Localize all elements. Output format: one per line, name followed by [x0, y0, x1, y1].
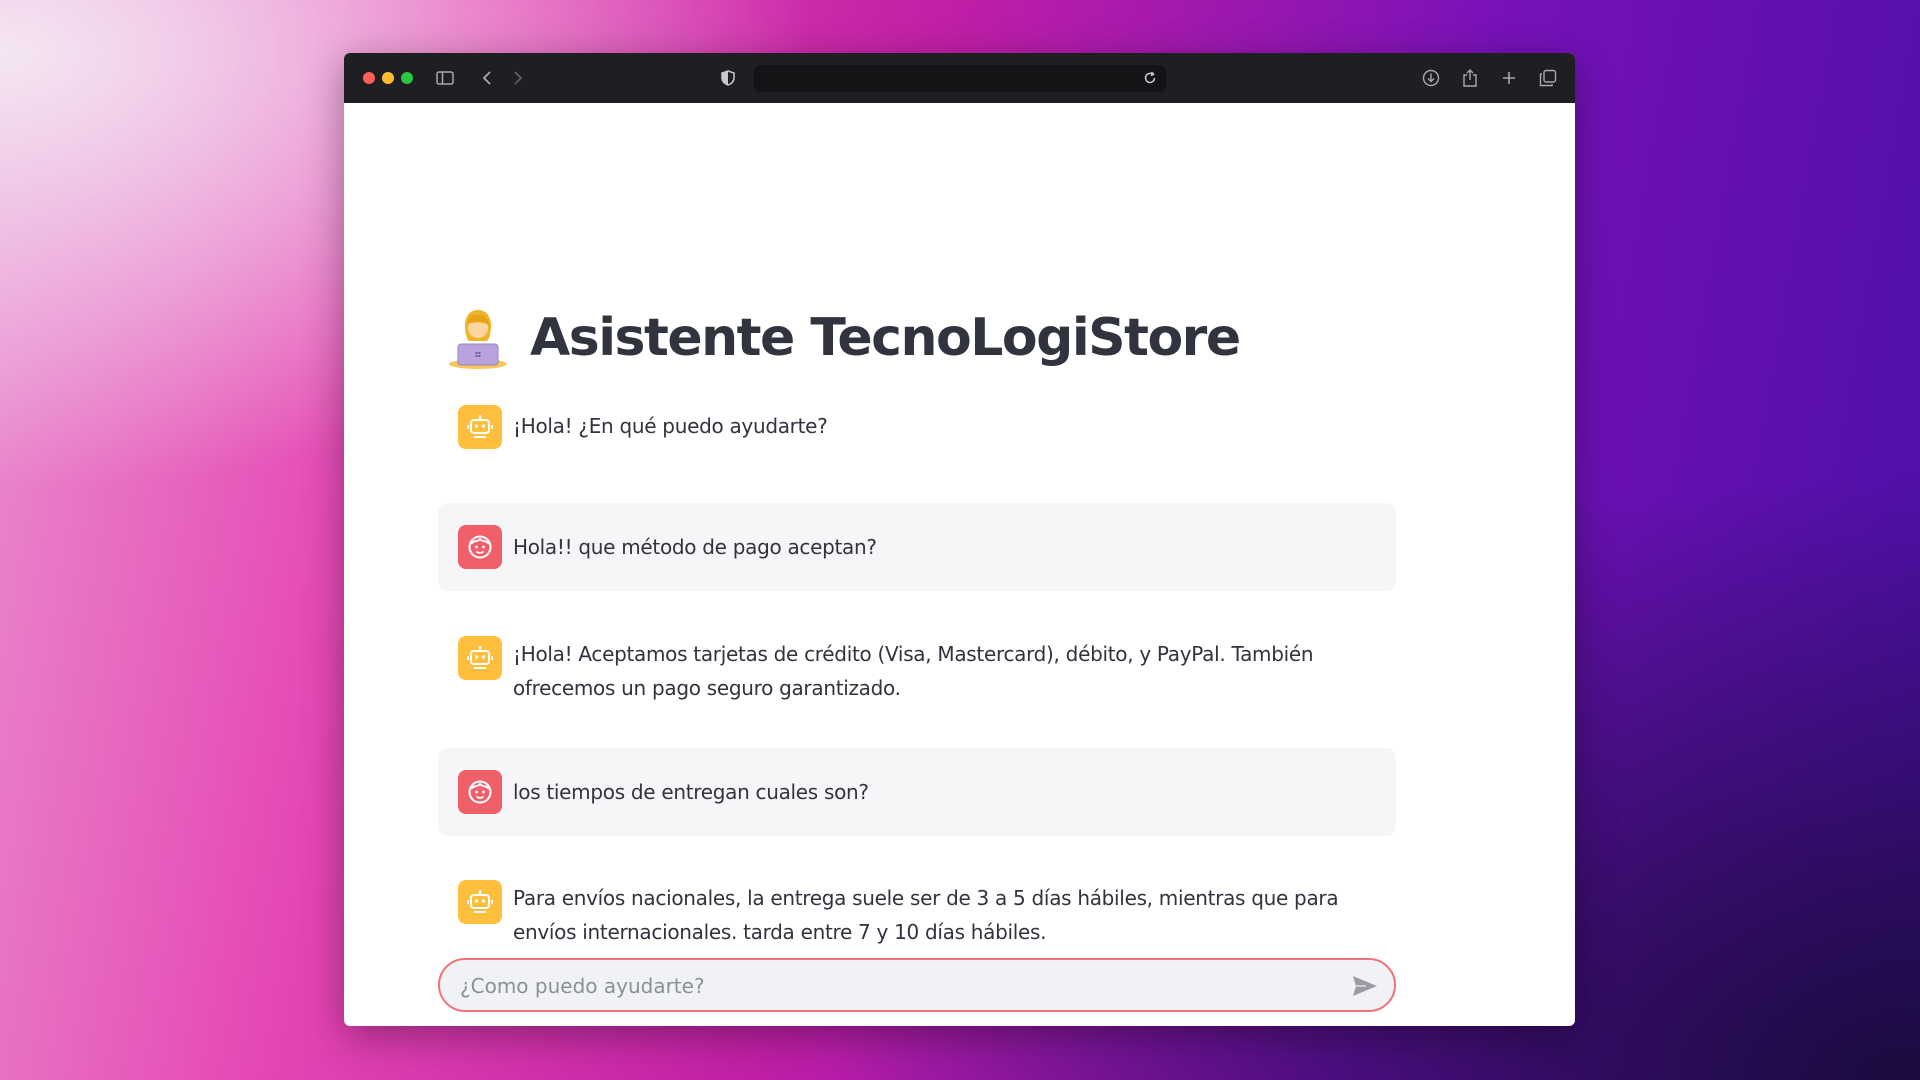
- reload-icon[interactable]: [1140, 68, 1160, 88]
- chat-input[interactable]: [458, 960, 1322, 1012]
- send-button[interactable]: [1350, 971, 1380, 1001]
- address-bar[interactable]: [754, 65, 1166, 92]
- chat-message-assistant: ¡Hola! ¿En qué puedo ayudarte?: [438, 399, 1396, 453]
- chat-input-container: [438, 958, 1396, 1012]
- robot-icon: [467, 415, 493, 438]
- page-header: Asistente TecnoLogiStore: [446, 301, 1241, 375]
- message-text: los tiempos de entregan cuales son?: [513, 780, 869, 804]
- tab-overview-icon[interactable]: [1537, 67, 1559, 89]
- chat-message-user: los tiempos de entregan cuales son?: [438, 748, 1396, 836]
- zoom-window-button[interactable]: [401, 72, 413, 84]
- forward-icon[interactable]: [507, 67, 529, 89]
- new-tab-icon[interactable]: [1498, 67, 1520, 89]
- browser-window: Asistente TecnoLogiStore ¡Hola! ¿En qué …: [344, 53, 1575, 1026]
- browser-toolbar: [344, 53, 1575, 103]
- user-face-icon: [468, 780, 492, 804]
- message-text: ¡Hola! Aceptamos tarjetas de crédito (Vi…: [513, 642, 1314, 700]
- chat-message-assistant: ¡Hola! Aceptamos tarjetas de crédito (Vi…: [438, 633, 1396, 707]
- privacy-shield-icon[interactable]: [717, 67, 739, 89]
- share-icon[interactable]: [1459, 67, 1481, 89]
- robot-icon: [467, 646, 493, 669]
- send-icon: [1353, 976, 1377, 996]
- page-title: Asistente TecnoLogiStore: [530, 308, 1241, 368]
- download-icon[interactable]: [1420, 67, 1442, 89]
- sidebar-icon[interactable]: [434, 67, 456, 89]
- user-face-icon: [468, 535, 492, 559]
- technologist-emoji-icon: [446, 306, 510, 370]
- user-avatar: [458, 770, 502, 814]
- chat-message-assistant: Para envíos nacionales, la entrega suele…: [438, 877, 1396, 951]
- minimize-window-button[interactable]: [382, 72, 394, 84]
- message-text: ¡Hola! ¿En qué puedo ayudarte?: [513, 414, 828, 438]
- assistant-avatar: [458, 405, 502, 449]
- message-text: Para envíos nacionales, la entrega suele…: [513, 886, 1339, 944]
- assistant-avatar: [458, 636, 502, 680]
- close-window-button[interactable]: [363, 72, 375, 84]
- user-avatar: [458, 525, 502, 569]
- chat-message-user: Hola!! que método de pago aceptan?: [438, 503, 1396, 591]
- page-content: Asistente TecnoLogiStore ¡Hola! ¿En qué …: [344, 103, 1575, 1026]
- robot-icon: [467, 890, 493, 913]
- message-text: Hola!! que método de pago aceptan?: [513, 535, 877, 559]
- back-icon[interactable]: [476, 67, 498, 89]
- assistant-avatar: [458, 880, 502, 924]
